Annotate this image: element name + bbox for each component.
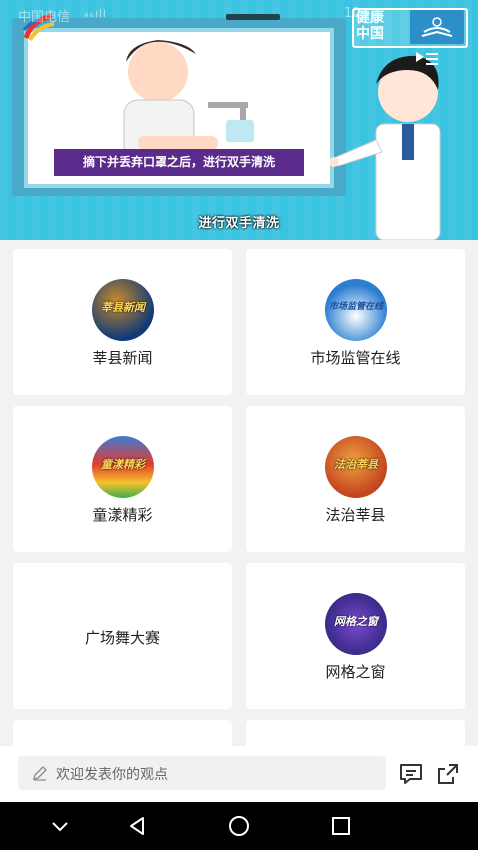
recent-square-icon[interactable] [329,814,353,838]
card-thumb: 莘县新闻 [92,279,154,341]
pencil-icon [33,766,47,781]
carrier-label: 中国电信 [18,10,71,25]
card-thumb: 网格之窗 [325,593,387,655]
card-label: 法治莘县 [325,506,386,524]
video-subtitle: 进行双手清洗 [198,216,280,231]
card-thumb: 童漾精彩 [92,436,154,498]
card-label: 莘县新闻 [92,349,153,367]
video-caption: 摘下并丢弃口罩之后，进行双手清洗 [54,149,304,176]
card-market-supervision[interactable]: 市场监管在线 市场监管在线 [246,249,465,395]
status-bar: 中国电信 ₄₆ıll 10 [0,0,478,26]
card-thumb-text: 市场监管在线 [328,302,383,312]
back-triangle-icon[interactable] [125,814,149,838]
card-thumb: 市场监管在线 [325,279,387,341]
card-label: 市场监管在线 [310,349,401,367]
video-player[interactable]: 摘下并丢弃口罩之后，进行双手清洗 进行双手清洗 健康 中国 中国电信 ₄₆ıll… [0,0,478,240]
status-time: 10 [344,6,361,21]
card-shenxian-news[interactable]: 莘县新闻 莘县新闻 [13,249,232,395]
card-label: 广场舞大赛 [84,629,160,647]
status-notch [226,14,280,20]
system-nav-bar [0,802,478,850]
share-icon[interactable] [435,761,461,787]
card-thumb-text: 法治莘县 [334,458,378,471]
card-thumb-text: 童漾精彩 [101,458,145,471]
chevron-down-icon[interactable] [48,814,72,838]
card-thumb-text: 莘县新闻 [101,301,145,314]
card-thumb: 法治莘县 [325,436,387,498]
doctor-character [330,55,441,240]
playlist-icon[interactable] [414,50,440,68]
card-thumb-text: 网格之窗 [334,615,378,628]
comment-bar: 欢迎发表你的观点 [0,746,478,802]
card-square-dance[interactable]: 广场舞大赛 [13,563,232,709]
program-grid: 莘县新闻 莘县新闻 市场监管在线 市场监管在线 童漾精彩 童漾精彩 法治莘县 法… [0,240,478,746]
card-rule-of-law[interactable]: 法治莘县 法治莘县 [246,406,465,552]
card-label: 网格之窗 [325,663,386,681]
comment-input[interactable]: 欢迎发表你的观点 [18,756,386,790]
card-partial[interactable] [246,720,465,746]
signal-icon: ₄₆ıll [84,7,107,20]
card-kids-wonderful[interactable]: 童漾精彩 童漾精彩 [13,406,232,552]
card-label: 童漾精彩 [92,506,153,524]
comment-icon[interactable] [398,761,424,787]
card-grid-window[interactable]: 网格之窗 网格之窗 [246,563,465,709]
card-partial[interactable] [13,720,232,746]
home-circle-icon[interactable] [227,814,251,838]
comment-placeholder: 欢迎发表你的观点 [56,767,168,783]
